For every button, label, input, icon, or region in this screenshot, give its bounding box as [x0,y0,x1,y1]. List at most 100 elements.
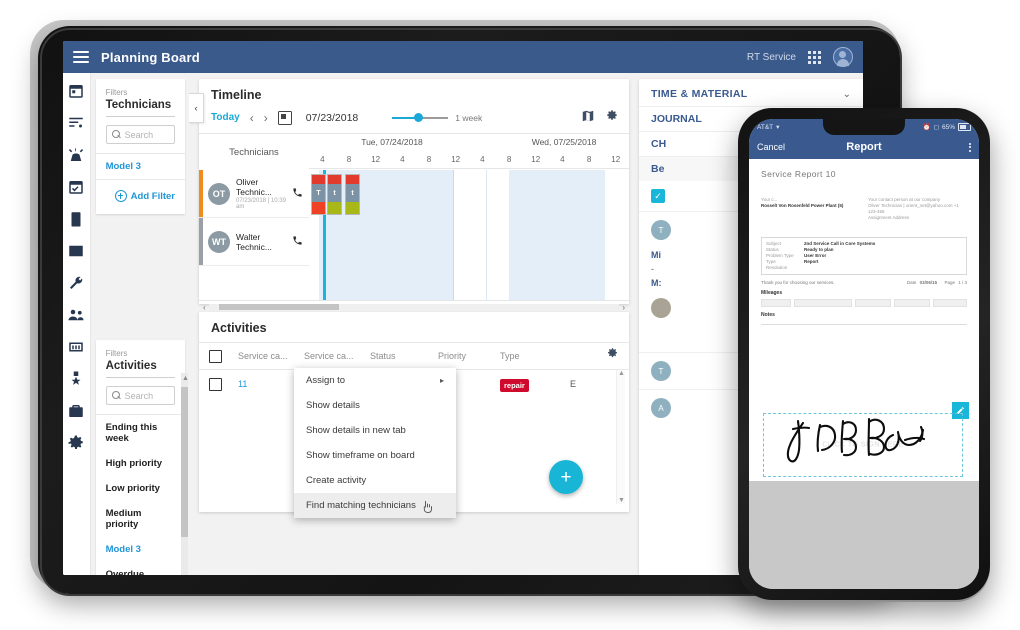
timeline-rows: OT Oliver Technic... 07/23/2018 | 10:39 … [199,170,629,300]
mileage-field-to[interactable] [894,299,930,307]
technicians-search-input[interactable]: Search [105,125,175,144]
column-header-service-call-2[interactable]: Service ca... [304,351,370,361]
filter-item-ending-this-week[interactable]: Ending this week [96,415,185,451]
scroll-up-arrow-icon[interactable]: ▲ [182,375,189,382]
more-vertical-icon[interactable] [969,142,971,152]
menu-item-find-matching-technicians[interactable]: Find matching technicians [294,493,456,518]
hour-tick: 4 [400,154,405,164]
timeline-date-headers: Tue, 07/24/2018 Wed, 07/25/2018 4 8 12 4… [309,134,629,170]
activities-filter-card: Filters Activities Search Ending this we… [95,340,185,575]
clipboard-icon[interactable] [66,209,86,229]
menu-item-label: Show timeframe on board [306,450,415,461]
page-title: Planning Board [101,49,200,65]
filter-item-model3[interactable]: Model 3 [96,154,185,179]
select-all-checkbox[interactable] [209,349,222,363]
scroll-left-arrow-icon[interactable]: ‹ [203,303,206,312]
detail-checkbox-checked[interactable]: ✓ [651,189,665,203]
hour-tick: 8 [586,154,592,164]
timeline-settings-gear-icon[interactable] [605,109,619,126]
filter-item-medium-priority[interactable]: Medium priority [96,501,185,537]
app-header-actions: RT Service [747,47,853,67]
scrollbar-thumb[interactable] [218,304,339,310]
row-checkbox[interactable] [209,377,222,391]
add-filter-button[interactable]: Add Filter [96,180,185,214]
technician-row[interactable]: WT Walter Technic... [199,218,309,266]
phone-icon[interactable] [292,233,303,251]
menu-item-show-timeframe-on-board[interactable]: Show timeframe on board [294,443,456,468]
column-header-status[interactable]: Status [370,351,438,361]
list-filter-icon[interactable] [66,113,86,133]
next-period-button[interactable]: › [264,111,268,125]
book-icon[interactable] [66,241,86,261]
appointment-status-bottom [328,202,341,214]
appointment-block[interactable]: t [327,174,342,215]
appointment-status-bottom [346,202,359,214]
filter-item-high-priority[interactable]: High priority [96,451,185,476]
appointment-block[interactable]: t [345,174,360,215]
filter-sidebar: Filters Technicians Search Model 3 Add F… [90,73,189,575]
activities-title: Activities [211,321,267,335]
slider-knob[interactable] [414,113,424,122]
battery-icon [958,123,971,131]
activities-settings-gear-icon[interactable] [606,347,619,365]
report-customer-block: Your c... Rosselt Von Rosenfeld Power Pl… [761,197,856,221]
shift-band [575,170,605,300]
dispatch-icon[interactable] [66,145,86,165]
task-calendar-icon[interactable] [66,177,86,197]
column-header-type[interactable]: Type [500,351,570,361]
prev-period-button[interactable]: ‹ [250,111,254,125]
timeline-grid[interactable]: T t t [309,170,629,300]
scroll-down-arrow-icon[interactable]: ▼ [618,497,625,504]
filter-item-overdue[interactable]: Overdue [96,562,185,575]
menu-item-show-details-new-tab[interactable]: Show details in new tab [294,418,456,443]
activities-search-input[interactable]: Search [105,386,175,405]
scrollbar-thumb[interactable] [181,387,188,537]
menu-item-assign-to[interactable]: Assign to ▸ [294,368,456,393]
appointment-status-top [312,175,325,184]
report-heading: Service Report 10 [761,169,836,179]
menu-item-create-activity[interactable]: Create activity [294,468,456,493]
timeline-scrollbar-track[interactable] [208,304,620,310]
filter-item-model3[interactable]: Model 3 [96,537,185,562]
zoom-slider[interactable]: 1 week [392,113,482,123]
add-activity-fab-button[interactable]: + [549,460,583,494]
collapse-sidebar-handle[interactable]: ‹ [189,93,204,123]
briefcase-icon[interactable] [66,401,86,421]
detail-section-time-material[interactable]: TIME & MATERIAL ⌄ [639,79,863,106]
phone-icon[interactable] [292,185,303,203]
technician-name: Oliver Technic... 07/23/2018 | 10:39 am [236,177,292,210]
cancel-button[interactable]: Cancel [757,142,785,152]
settings-gear-icon[interactable] [66,433,86,453]
appointment-block[interactable]: T [311,174,326,215]
people-icon[interactable] [66,305,86,325]
hour-tick: 8 [346,154,352,164]
mileage-field-distance[interactable] [933,299,967,307]
menu-item-label: Create activity [306,475,367,486]
technician-name-line2: Technic... [236,241,272,252]
scroll-right-arrow-icon[interactable]: › [622,303,625,312]
calendar-picker-icon[interactable] [277,110,292,125]
hamburger-icon[interactable] [73,51,89,63]
apps-grid-icon[interactable] [808,50,821,64]
technician-row[interactable]: OT Oliver Technic... 07/23/2018 | 10:39 … [199,170,309,218]
today-button[interactable]: Today [211,112,240,123]
mileage-field-date[interactable] [761,299,791,307]
menu-item-show-details[interactable]: Show details [294,393,456,418]
user-avatar-icon[interactable] [833,47,853,67]
column-header-priority[interactable]: Priority [438,351,500,361]
scroll-up-arrow-icon[interactable]: ▲ [618,370,625,377]
skills-star-icon[interactable] [66,369,86,389]
filter-item-low-priority[interactable]: Low priority [96,476,185,501]
mileage-field-who[interactable] [794,299,852,307]
shift-band [420,170,453,300]
calendar-icon[interactable] [66,81,86,101]
column-header-service-call-1[interactable]: Service ca... [238,351,304,361]
map-icon[interactable] [581,109,595,126]
activities-scrollbar[interactable]: ▲ ▼ [616,370,625,504]
slider-track[interactable] [392,113,449,122]
card-icon[interactable] [66,337,86,357]
wrench-icon[interactable] [66,273,86,293]
filter-scrollbar[interactable]: ▲ [181,373,189,575]
chevron-down-icon[interactable]: ⌄ [843,89,851,100]
mileage-field-from[interactable] [855,299,891,307]
